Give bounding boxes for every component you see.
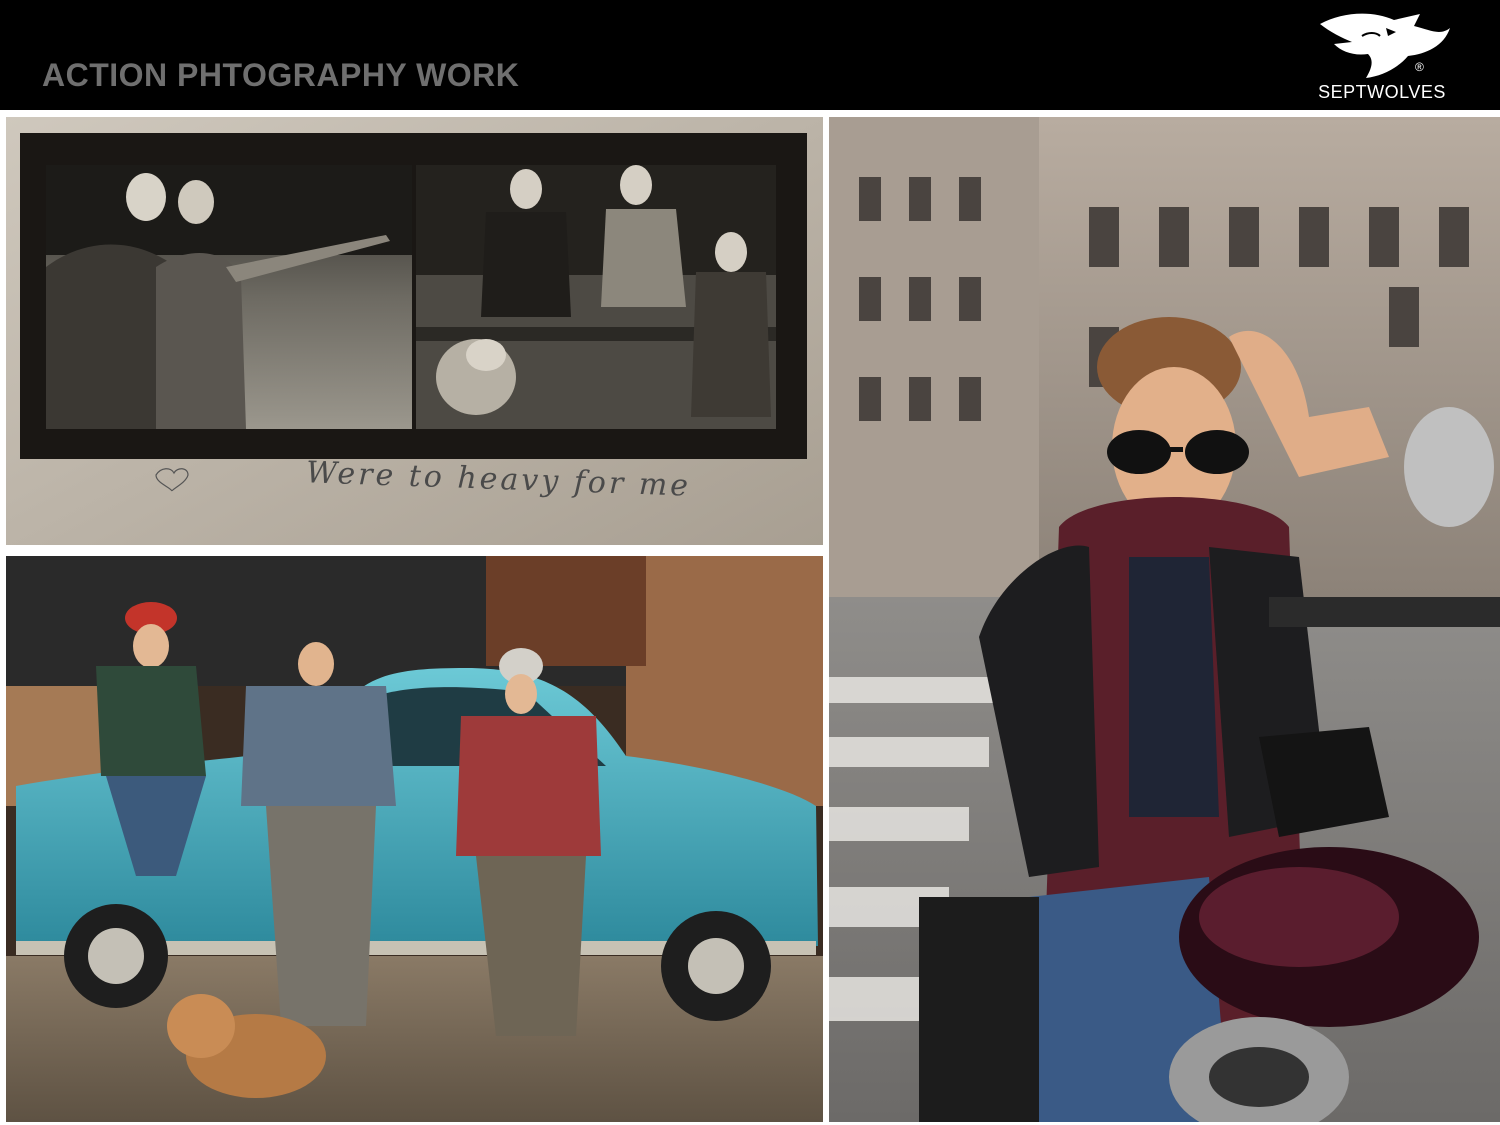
motorcycle-portrait-photo: [829, 117, 1500, 1122]
wolf-head-icon: [1320, 13, 1450, 78]
septwolves-logo: ® SEPTWOLVES: [1302, 6, 1462, 104]
header-bar: ACTION PHTOGRAPHY WORK ® SEPTWOLVES: [0, 0, 1500, 110]
logo-brand-text: SEPTWOLVES: [1318, 82, 1446, 102]
vintage-bw-photo: Were to heavy for me: [6, 117, 823, 545]
page-title: ACTION PHTOGRAPHY WORK: [42, 57, 520, 93]
registered-mark: ®: [1415, 60, 1424, 74]
vintage-car-group-photo: [6, 556, 823, 1122]
